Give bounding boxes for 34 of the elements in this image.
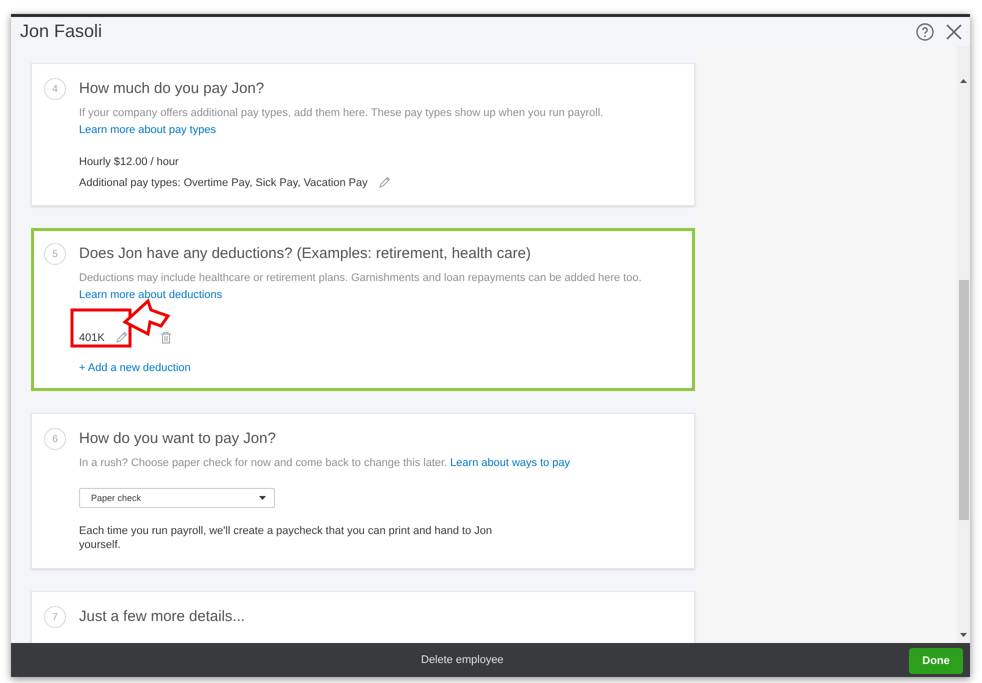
step-number: 4: [44, 78, 66, 100]
help-icon[interactable]: [916, 22, 934, 40]
step-number: 7: [44, 606, 66, 628]
pointer-arrow: [122, 298, 170, 336]
step-description: If your company offers additional pay types, add them here. These pay types show up when you run payroll.: [79, 106, 604, 120]
step-title: How much do you pay Jon?: [79, 80, 266, 97]
highlight-frame: [70, 308, 132, 348]
pencil-icon[interactable]: [114, 331, 128, 344]
scrollbar[interactable]: [957, 46, 970, 643]
step-description: In a rush? Choose paper check for now and come back to change this later.: [79, 457, 448, 469]
step-description: Deductions may include healthcare or retirement plans. Garnishments and loan repayments can be added here too.: [79, 271, 643, 285]
caret-icon: [259, 496, 266, 500]
step-title: Just a few more details...: [79, 608, 246, 625]
step-title: Does Jon have any deductions? (Examples: retirement, health care): [79, 245, 532, 262]
payment-method-select[interactable]: Paper check: [79, 488, 275, 508]
done-button[interactable]: Done: [909, 648, 963, 674]
learn-more-link[interactable]: Learn more about deductions: [79, 289, 222, 301]
add-deduction-link[interactable]: + Add a new deduction: [79, 362, 680, 374]
step-number: 5: [44, 243, 66, 265]
delete-employee-button[interactable]: Delete employee: [415, 653, 510, 667]
pencil-icon[interactable]: [378, 176, 391, 189]
dialog-title: Jon Fasoli: [20, 21, 104, 42]
close-icon[interactable]: [946, 24, 962, 40]
payment-note: Each time you run payroll, we'll create a paycheck that you can print and hand to Jon yourself.: [79, 524, 494, 552]
step-title: How do you want to pay Jon?: [79, 430, 277, 447]
pay-types-text: Additional pay types: Overtime Pay, Sick Pay, Vacation Pay: [79, 176, 368, 188]
deduction-name: 401K: [79, 332, 105, 344]
trash-icon[interactable]: [160, 331, 172, 344]
step-number: 6: [44, 428, 66, 450]
scroll-down-icon[interactable]: [960, 633, 967, 637]
pay-rate-text: Hourly $12.00 / hour: [79, 156, 179, 168]
learn-more-link[interactable]: Learn more about pay types: [79, 124, 216, 136]
learn-more-link[interactable]: Learn about ways to pay: [450, 457, 570, 469]
scroll-up-icon[interactable]: [960, 79, 967, 83]
